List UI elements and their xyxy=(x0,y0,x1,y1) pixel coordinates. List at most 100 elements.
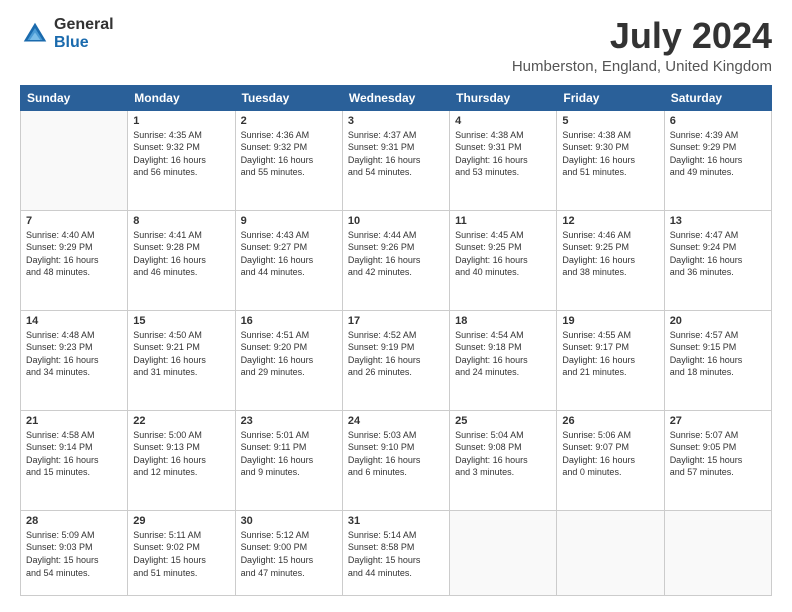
logo-text: General Blue xyxy=(54,16,114,52)
calendar-cell: 18 Sunrise: 4:54 AMSunset: 9:18 PMDayligh… xyxy=(450,310,557,410)
day-number: 3 xyxy=(348,115,444,127)
calendar-cell xyxy=(450,510,557,595)
calendar-cell: 10Sunrise: 4:44 AMSunset: 9:26 PMDayligh… xyxy=(342,210,449,310)
calendar-cell: 16Sunrise: 4:51 AMSunset: 9:20 PMDayligh… xyxy=(235,310,342,410)
calendar-week-row: 1Sunrise: 4:35 AMSunset: 9:32 PMDaylight… xyxy=(21,110,772,210)
day-info: Sunrise: 5:03 AMSunset: 9:10 PMDaylight:… xyxy=(348,429,444,479)
day-number: 22 xyxy=(133,415,229,427)
calendar-cell: 15Sunrise: 4:50 AMSunset: 9:21 PMDayligh… xyxy=(128,310,235,410)
page: General Blue July 2024 Humberston, Engla… xyxy=(0,0,792,612)
day-number: 29 xyxy=(133,515,229,527)
day-number: 7 xyxy=(26,215,122,227)
calendar-cell: 17 Sunrise: 4:52 AMSunset: 9:19 PMDayligh… xyxy=(342,310,449,410)
calendar-cell: 24 Sunrise: 5:03 AMSunset: 9:10 PMDayligh… xyxy=(342,410,449,510)
calendar-cell: 5 Sunrise: 4:38 AMSunset: 9:30 PMDaylight… xyxy=(557,110,664,210)
calendar-cell: 29 Sunrise: 5:11 AMSunset: 9:02 PMDayligh… xyxy=(128,510,235,595)
day-number: 20 xyxy=(670,315,766,327)
calendar-title: July 2024 xyxy=(512,16,772,56)
calendar-week-row: 21 Sunrise: 4:58 AMSunset: 9:14 PMDayligh… xyxy=(21,410,772,510)
day-info: Sunrise: 4:48 AMSunset: 9:23 PMDaylight:… xyxy=(26,329,122,379)
day-number: 27 xyxy=(670,415,766,427)
day-info: Sunrise: 4:40 AMSunset: 9:29 PMDaylight:… xyxy=(26,229,122,279)
day-info: Sunrise: 4:55 AMSunset: 9:17 PMDaylight:… xyxy=(562,329,658,379)
day-info: Sunrise: 4:43 AMSunset: 9:27 PMDaylight:… xyxy=(241,229,337,279)
calendar-cell: 28Sunrise: 5:09 AMSunset: 9:03 PMDayligh… xyxy=(21,510,128,595)
title-block: July 2024 Humberston, England, United Ki… xyxy=(512,16,772,75)
calendar-cell: 30 Sunrise: 5:12 AMSunset: 9:00 PMDayligh… xyxy=(235,510,342,595)
day-info: Sunrise: 4:52 AMSunset: 9:19 PMDaylight:… xyxy=(348,329,444,379)
day-number: 8 xyxy=(133,215,229,227)
calendar-header-thursday: Thursday xyxy=(450,85,557,110)
day-info: Sunrise: 4:38 AMSunset: 9:30 PMDaylight:… xyxy=(562,129,658,179)
calendar-cell: 27 Sunrise: 5:07 AMSunset: 9:05 PMDayligh… xyxy=(664,410,771,510)
day-info: Sunrise: 5:14 AMSunset: 8:58 PMDaylight:… xyxy=(348,529,444,579)
day-info: Sunrise: 5:11 AMSunset: 9:02 PMDaylight:… xyxy=(133,529,229,579)
calendar-header-tuesday: Tuesday xyxy=(235,85,342,110)
header: General Blue July 2024 Humberston, Engla… xyxy=(20,16,772,75)
calendar-week-row: 7 Sunrise: 4:40 AMSunset: 9:29 PMDaylight… xyxy=(21,210,772,310)
calendar-header-saturday: Saturday xyxy=(664,85,771,110)
day-info: Sunrise: 4:50 AMSunset: 9:21 PMDaylight:… xyxy=(133,329,229,379)
day-info: Sunrise: 5:06 AMSunset: 9:07 PMDaylight:… xyxy=(562,429,658,479)
day-number: 5 xyxy=(562,115,658,127)
calendar-cell: 7 Sunrise: 4:40 AMSunset: 9:29 PMDaylight… xyxy=(21,210,128,310)
logo: General Blue xyxy=(20,16,114,52)
day-info: Sunrise: 5:07 AMSunset: 9:05 PMDaylight:… xyxy=(670,429,766,479)
day-number: 19 xyxy=(562,315,658,327)
day-number: 14 xyxy=(26,315,122,327)
calendar-cell: 26Sunrise: 5:06 AMSunset: 9:07 PMDayligh… xyxy=(557,410,664,510)
day-number: 12 xyxy=(562,215,658,227)
day-info: Sunrise: 4:58 AMSunset: 9:14 PMDaylight:… xyxy=(26,429,122,479)
calendar-cell: 4 Sunrise: 4:38 AMSunset: 9:31 PMDaylight… xyxy=(450,110,557,210)
day-number: 31 xyxy=(348,515,444,527)
day-number: 30 xyxy=(241,515,337,527)
day-info: Sunrise: 4:45 AMSunset: 9:25 PMDaylight:… xyxy=(455,229,551,279)
day-info: Sunrise: 4:36 AMSunset: 9:32 PMDaylight:… xyxy=(241,129,337,179)
calendar-week-row: 14 Sunrise: 4:48 AMSunset: 9:23 PMDayligh… xyxy=(21,310,772,410)
calendar-cell xyxy=(664,510,771,595)
day-number: 6 xyxy=(670,115,766,127)
day-number: 24 xyxy=(348,415,444,427)
day-number: 25 xyxy=(455,415,551,427)
calendar-cell: 11 Sunrise: 4:45 AMSunset: 9:25 PMDayligh… xyxy=(450,210,557,310)
calendar-cell xyxy=(557,510,664,595)
day-info: Sunrise: 5:01 AMSunset: 9:11 PMDaylight:… xyxy=(241,429,337,479)
calendar-cell: 21 Sunrise: 4:58 AMSunset: 9:14 PMDayligh… xyxy=(21,410,128,510)
calendar-cell: 1Sunrise: 4:35 AMSunset: 9:32 PMDaylight… xyxy=(128,110,235,210)
day-number: 1 xyxy=(133,115,229,127)
calendar-week-row: 28Sunrise: 5:09 AMSunset: 9:03 PMDayligh… xyxy=(21,510,772,595)
day-number: 18 xyxy=(455,315,551,327)
day-number: 21 xyxy=(26,415,122,427)
calendar-table: SundayMondayTuesdayWednesdayThursdayFrid… xyxy=(20,85,772,596)
calendar-header-sunday: Sunday xyxy=(21,85,128,110)
day-info: Sunrise: 4:38 AMSunset: 9:31 PMDaylight:… xyxy=(455,129,551,179)
calendar-cell: 20 Sunrise: 4:57 AMSunset: 9:15 PMDayligh… xyxy=(664,310,771,410)
day-info: Sunrise: 5:04 AMSunset: 9:08 PMDaylight:… xyxy=(455,429,551,479)
calendar-cell: 25 Sunrise: 5:04 AMSunset: 9:08 PMDayligh… xyxy=(450,410,557,510)
day-number: 16 xyxy=(241,315,337,327)
day-info: Sunrise: 4:47 AMSunset: 9:24 PMDaylight:… xyxy=(670,229,766,279)
day-info: Sunrise: 5:12 AMSunset: 9:00 PMDaylight:… xyxy=(241,529,337,579)
day-number: 17 xyxy=(348,315,444,327)
day-number: 13 xyxy=(670,215,766,227)
calendar-cell: 13 Sunrise: 4:47 AMSunset: 9:24 PMDayligh… xyxy=(664,210,771,310)
calendar-header-wednesday: Wednesday xyxy=(342,85,449,110)
calendar-header-friday: Friday xyxy=(557,85,664,110)
day-number: 28 xyxy=(26,515,122,527)
calendar-cell: 9Sunrise: 4:43 AMSunset: 9:27 PMDaylight… xyxy=(235,210,342,310)
calendar-cell: 31 Sunrise: 5:14 AMSunset: 8:58 PMDayligh… xyxy=(342,510,449,595)
day-info: Sunrise: 4:57 AMSunset: 9:15 PMDaylight:… xyxy=(670,329,766,379)
calendar-header-row: SundayMondayTuesdayWednesdayThursdayFrid… xyxy=(21,85,772,110)
calendar-cell xyxy=(21,110,128,210)
calendar-cell: 22Sunrise: 5:00 AMSunset: 9:13 PMDayligh… xyxy=(128,410,235,510)
calendar-cell: 3Sunrise: 4:37 AMSunset: 9:31 PMDaylight… xyxy=(342,110,449,210)
day-number: 4 xyxy=(455,115,551,127)
calendar-header-monday: Monday xyxy=(128,85,235,110)
day-number: 11 xyxy=(455,215,551,227)
day-info: Sunrise: 4:54 AMSunset: 9:18 PMDaylight:… xyxy=(455,329,551,379)
day-number: 23 xyxy=(241,415,337,427)
day-info: Sunrise: 4:39 AMSunset: 9:29 PMDaylight:… xyxy=(670,129,766,179)
day-info: Sunrise: 4:46 AMSunset: 9:25 PMDaylight:… xyxy=(562,229,658,279)
calendar-subtitle: Humberston, England, United Kingdom xyxy=(512,58,772,75)
day-number: 10 xyxy=(348,215,444,227)
